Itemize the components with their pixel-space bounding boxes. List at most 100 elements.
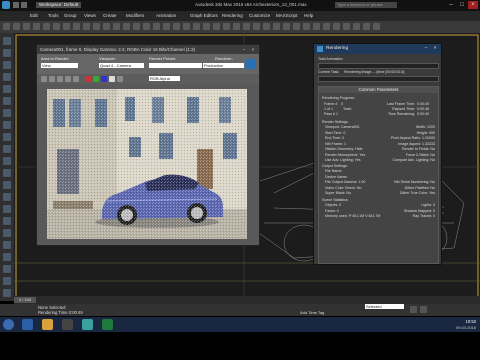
toolbar-tool-icon[interactable] [153, 23, 160, 30]
rendering-dialog-close-button[interactable]: × [431, 44, 439, 54]
menu-item-maxscript[interactable]: MAXScript [276, 13, 297, 18]
menu-item-graph-editors[interactable]: Graph Editors [190, 13, 218, 18]
render-frame-titlebar[interactable]: Camera001, frame 0, Display Gamma: 2.2, … [37, 45, 259, 54]
render-frame-window[interactable]: Camera001, frame 0, Display Gamma: 2.2, … [36, 44, 260, 246]
command-strip-icon[interactable] [3, 217, 11, 225]
common-parameters-header[interactable]: Common Parameters [319, 87, 438, 93]
toolbar-tool-icon[interactable] [273, 23, 280, 30]
rendering-dialog[interactable]: Rendering – × Total Animation: Current T… [313, 43, 442, 265]
close-button[interactable]: × [468, 1, 478, 9]
blue-channel-icon[interactable] [101, 76, 107, 82]
command-strip-icon[interactable] [3, 121, 11, 129]
channel-display-dropdown[interactable]: RGB Alpha [149, 76, 180, 81]
save-image-icon[interactable] [41, 76, 47, 82]
command-strip-icon[interactable] [3, 109, 11, 117]
command-strip-icon[interactable] [3, 49, 11, 57]
toolbar-tool-icon[interactable] [373, 23, 380, 30]
green-channel-icon[interactable] [93, 76, 99, 82]
menu-item-modifiers[interactable]: Modifiers [126, 13, 144, 18]
render-preset-dropdown[interactable] [149, 63, 202, 68]
toolbar-tool-icon[interactable] [243, 23, 250, 30]
command-strip-icon[interactable] [3, 61, 11, 69]
monochrome-icon[interactable] [117, 76, 123, 82]
print-icon[interactable] [65, 76, 71, 82]
quick-access-open-icon[interactable] [21, 2, 27, 8]
command-strip-icon[interactable] [3, 229, 11, 237]
toolbar-tool-icon[interactable] [303, 23, 310, 30]
toolbar-tool-icon[interactable] [33, 23, 40, 30]
selected-dropdown[interactable]: Selected [365, 304, 404, 309]
viewport-dropdown[interactable]: Quad 4 - Camera [99, 63, 144, 68]
command-strip-icon[interactable] [3, 73, 11, 81]
toolbar-tool-icon[interactable] [233, 23, 240, 30]
menu-item-views[interactable]: Views [84, 13, 96, 18]
alpha-channel-icon[interactable] [109, 76, 115, 82]
toolbar-tool-icon[interactable] [353, 23, 360, 30]
render-frame-close-button[interactable]: × [249, 45, 257, 54]
command-strip-icon[interactable] [3, 205, 11, 213]
toolbar-tool-icon[interactable] [363, 23, 370, 30]
workspace-dropdown[interactable]: Workspace: Default [36, 2, 82, 8]
toolbar-tool-icon[interactable] [13, 23, 20, 30]
copy-image-icon[interactable] [49, 76, 55, 82]
timeline-slider[interactable]: 0 / 100 [14, 296, 480, 304]
excel-icon[interactable] [102, 319, 113, 330]
clone-frame-icon[interactable] [57, 76, 63, 82]
command-strip-icon[interactable] [3, 97, 11, 105]
render-teapot-icon[interactable] [246, 59, 256, 69]
add-time-tag[interactable]: Add Time Tag [300, 310, 324, 315]
menu-item-rendering[interactable]: Rendering [222, 13, 243, 18]
command-strip-icon[interactable] [3, 133, 11, 141]
toolbar-tool-icon[interactable] [343, 23, 350, 30]
menu-item-customize[interactable]: Customize [249, 13, 270, 18]
internet-explorer-icon[interactable] [22, 319, 33, 330]
command-strip-icon[interactable] [3, 169, 11, 177]
toolbar-tool-icon[interactable] [203, 23, 210, 30]
toolbar-tool-icon[interactable] [173, 23, 180, 30]
toolbar-tool-icon[interactable] [163, 23, 170, 30]
toolbar-tool-icon[interactable] [53, 23, 60, 30]
toolbar-tool-icon[interactable] [333, 23, 340, 30]
toolbar-tool-icon[interactable] [143, 23, 150, 30]
command-strip-icon[interactable] [3, 253, 11, 261]
app-logo-icon[interactable] [2, 1, 10, 9]
toolbar-tool-icon[interactable] [43, 23, 50, 30]
toolbar-tool-icon[interactable] [213, 23, 220, 30]
search-input[interactable]: Type a keyword or phrase [335, 2, 397, 8]
command-strip-icon[interactable] [3, 289, 11, 297]
command-strip-icon[interactable] [3, 277, 11, 285]
command-strip-icon[interactable] [3, 145, 11, 153]
toolbar-tool-icon[interactable] [73, 23, 80, 30]
toolbar-tool-icon[interactable] [293, 23, 300, 30]
command-strip-icon[interactable] [3, 157, 11, 165]
menu-item-animation[interactable]: Animation [156, 13, 176, 18]
toolbar-tool-icon[interactable] [283, 23, 290, 30]
command-strip-icon[interactable] [3, 241, 11, 249]
menu-item-create[interactable]: Create [103, 13, 117, 18]
quick-access-new-icon[interactable] [13, 2, 19, 8]
menu-item-tools[interactable]: Tools [48, 13, 59, 18]
command-strip-icon[interactable] [3, 85, 11, 93]
menu-item-edit[interactable]: Edit [30, 13, 38, 18]
toolbar-tool-icon[interactable] [3, 23, 10, 30]
renderer-dropdown[interactable]: Production [203, 63, 244, 68]
rendering-dialog-minimize-button[interactable]: – [422, 44, 430, 54]
3ds-max-taskbar-icon[interactable] [82, 319, 93, 330]
toolbar-tool-icon[interactable] [113, 23, 120, 30]
media-player-icon[interactable] [62, 319, 73, 330]
command-strip-icon[interactable] [3, 193, 11, 201]
time-slider-thumb[interactable]: 0 / 100 [14, 297, 36, 303]
area-to-render-dropdown[interactable]: View [41, 63, 78, 68]
toolbar-tool-icon[interactable] [223, 23, 230, 30]
command-strip-icon[interactable] [3, 37, 11, 45]
red-channel-icon[interactable] [85, 76, 91, 82]
command-strip-icon[interactable] [3, 265, 11, 273]
play-button[interactable] [410, 306, 417, 313]
toolbar-tool-icon[interactable] [63, 23, 70, 30]
toolbar-tool-icon[interactable] [83, 23, 90, 30]
toolbar-tool-icon[interactable] [103, 23, 110, 30]
toolbar-tool-icon[interactable] [313, 23, 320, 30]
toolbar-tool-icon[interactable] [193, 23, 200, 30]
render-frame-minimize-button[interactable]: – [240, 45, 248, 54]
command-strip-icon[interactable] [3, 181, 11, 189]
